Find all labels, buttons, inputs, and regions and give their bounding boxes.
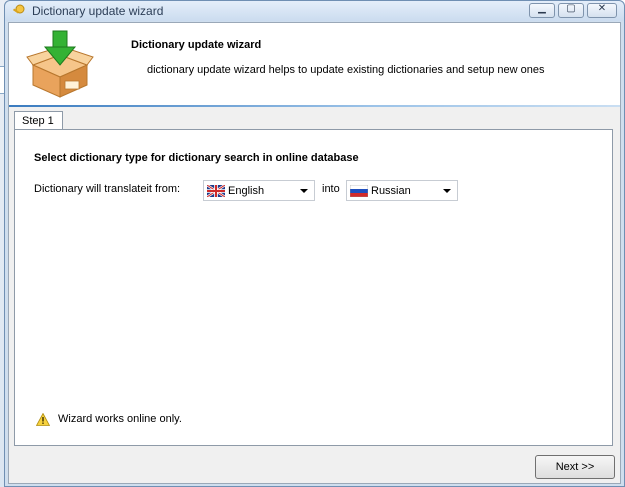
header-divider [9,105,620,107]
key-icon [12,4,25,14]
wizard-header: Dictionary update wizard dictionary upda… [9,23,620,105]
close-button[interactable]: ✕ [587,3,617,18]
tab-label: Step 1 [22,115,54,127]
warning-message: Wizard works online only. [58,413,182,425]
russia-flag-icon [350,185,368,197]
box-download-icon [26,30,94,98]
header-title: Dictionary update wizard [131,39,262,51]
header-description: dictionary update wizard helps to update… [147,64,545,76]
source-language-value: English [228,185,265,197]
minimize-button[interactable]: ▁ [529,3,555,18]
chevron-down-icon [443,189,451,193]
tab-step-1[interactable]: Step 1 [14,111,63,130]
warning-icon [36,413,50,426]
source-language-select[interactable]: English [203,180,315,201]
next-button-label: Next >> [555,461,595,473]
step-panel: Select dictionary type for dictionary se… [14,129,613,446]
wizard-window: Dictionary update wizard ▁ ▢ ✕ Dictionar… [4,0,625,487]
maximize-icon: ▢ [566,3,576,14]
maximize-button[interactable]: ▢ [558,3,584,18]
next-button[interactable]: Next >> [535,455,615,479]
title-bar[interactable]: Dictionary update wizard ▁ ▢ ✕ [5,1,624,21]
wizard-client: Dictionary update wizard dictionary upda… [8,22,621,484]
close-icon: ✕ [597,3,607,14]
uk-flag-icon [207,185,225,197]
chevron-down-icon [300,189,308,193]
into-label: into [322,183,340,195]
target-language-select[interactable]: Russian [346,180,458,201]
window-title: Dictionary update wizard [32,4,164,18]
target-language-value: Russian [371,185,411,197]
section-title: Select dictionary type for dictionary se… [34,152,359,164]
from-label: Dictionary will translateit from: [34,183,181,195]
minimize-icon: ▁ [538,3,546,14]
